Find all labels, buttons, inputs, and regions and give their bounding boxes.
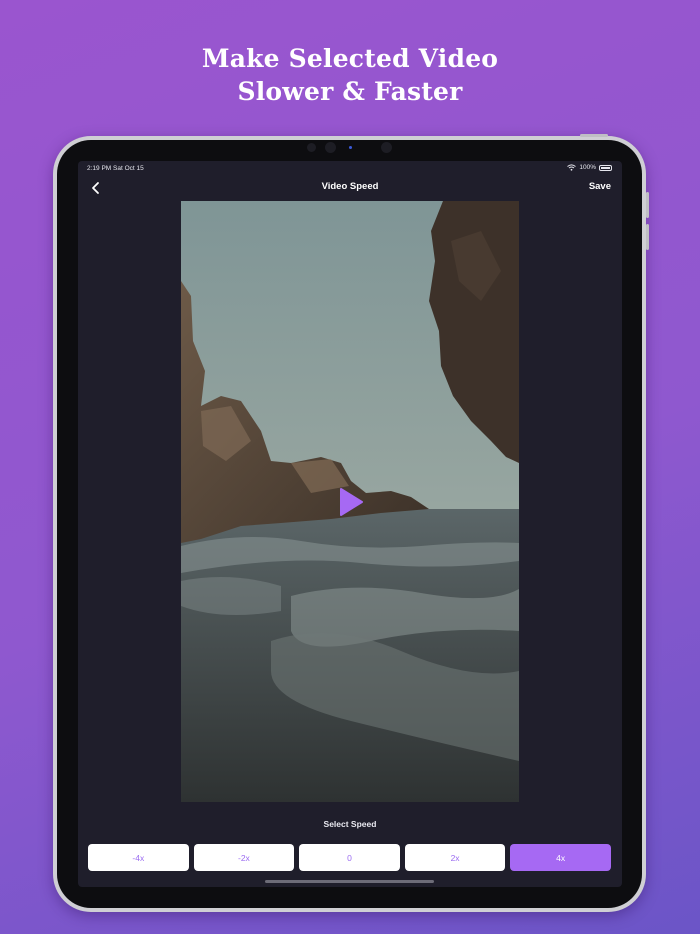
tablet-top-button [580,134,608,137]
video-preview[interactable] [181,201,519,802]
app-screen: 2:19 PM Sat Oct 15 100% Video Speed Save [78,161,622,887]
camera-dot-3 [381,142,392,153]
headline-line-2: Slower & Faster [237,77,463,106]
camera-dot-1 [307,143,316,152]
speed-option-4x[interactable]: 4x [510,844,611,871]
speed-option-0[interactable]: 0 [299,844,400,871]
status-bar: 2:19 PM Sat Oct 15 100% [78,161,622,177]
marketing-headline: Make Selected Video Slower & Faster [0,42,700,108]
camera-dot-2 [325,142,336,153]
camera-indicator [349,146,352,149]
tablet-volume-down-button [646,224,649,250]
speed-option-minus-4x[interactable]: -4x [88,844,189,871]
select-speed-label: Select Speed [323,819,377,829]
nav-bar: Video Speed Save [78,177,622,199]
status-time: 2:19 PM Sat Oct 15 [87,165,144,172]
status-indicators: 100% [567,164,612,171]
speed-option-minus-2x[interactable]: -2x [193,844,295,871]
tablet-volume-up-button [646,192,649,218]
speed-option-2x[interactable]: 2x [404,844,506,871]
home-indicator [265,880,434,883]
wifi-icon [567,164,577,171]
speed-selector: -4x -2x 0 2x 4x [88,844,611,871]
save-button[interactable]: Save [589,181,611,192]
page-title: Video Speed [321,181,379,192]
battery-percent: 100% [579,164,596,171]
play-icon[interactable] [338,487,364,517]
headline-line-1: Make Selected Video [201,44,499,73]
battery-icon [599,164,612,171]
